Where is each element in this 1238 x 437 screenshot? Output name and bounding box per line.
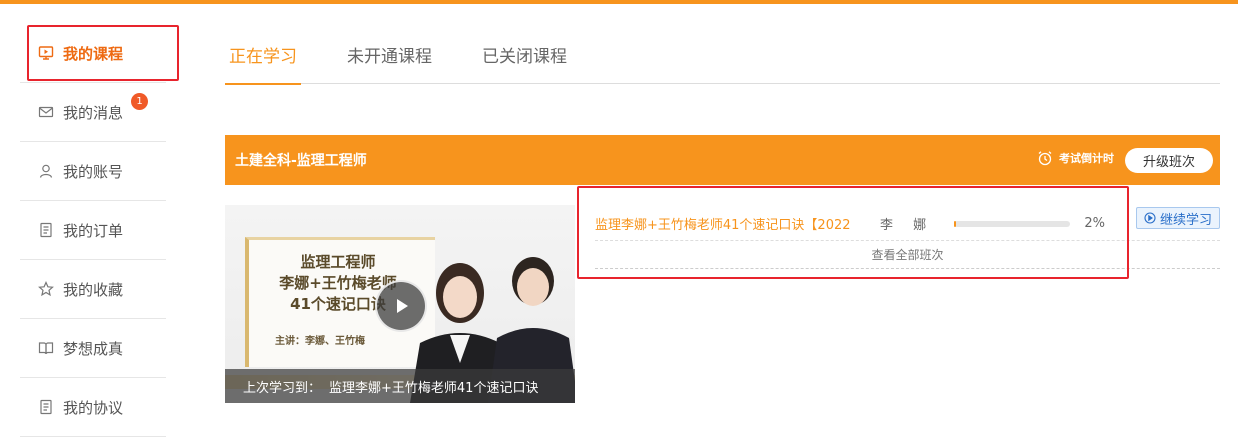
sidebar-item-my-favorites[interactable]: 我的收藏	[20, 260, 166, 319]
continue-study-button[interactable]: 继续学习	[1136, 207, 1220, 229]
lesson-title-link[interactable]: 监理李娜+王竹梅老师41个速记口诀【2022	[595, 214, 880, 233]
sidebar-item-my-account[interactable]: 我的账号	[20, 142, 166, 201]
sidebar-item-label: 我的账号	[63, 162, 124, 181]
mail-icon	[38, 104, 54, 120]
tab-learning[interactable]: 正在学习	[225, 30, 301, 85]
last-study-label: 上次学习到：	[243, 380, 322, 396]
sidebar-item-label: 梦想成真	[63, 339, 124, 358]
play-screen-icon	[38, 45, 54, 61]
sidebar-item-my-courses[interactable]: 我的课程	[20, 24, 166, 83]
progress-fill	[954, 220, 957, 227]
last-study-caption: 上次学习到： 监理李娜+王竹梅老师41个速记口诀	[225, 369, 575, 403]
continue-study-label: 继续学习	[1159, 212, 1212, 228]
course-thumbnail[interactable]: 监理工程师 李娜+王竹梅老师 41个速记口诀 主讲：李娜、王竹梅 上次学习到： …	[225, 205, 575, 403]
upgrade-class-button[interactable]: 升级班次	[1125, 148, 1213, 173]
course-header: 土建全科-监理工程师 考试倒计时 升级班次	[225, 135, 1220, 185]
exam-countdown[interactable]: 考试倒计时	[1037, 150, 1114, 166]
document-icon	[38, 399, 54, 415]
star-icon	[38, 281, 54, 297]
sidebar-item-label: 我的订单	[63, 221, 124, 240]
thumbnail-lecturer: 主讲：李娜、王竹梅	[275, 336, 365, 347]
play-circle-icon	[1144, 212, 1156, 224]
sidebar-nav: 我的课程 我的消息 1 我的账号 我的订单 我的收藏 梦想成真 我的协议	[20, 24, 179, 437]
play-button[interactable]	[375, 280, 427, 332]
unread-badge: 1	[131, 93, 148, 110]
lesson-progress-bar	[954, 220, 1070, 227]
sidebar-item-my-orders[interactable]: 我的订单	[20, 201, 166, 260]
document-icon	[38, 222, 54, 238]
sidebar-item-my-agreements[interactable]: 我的协议	[20, 378, 166, 437]
lesson-teacher: 李 娜	[880, 218, 935, 233]
top-accent-bar	[0, 0, 1238, 4]
user-icon	[38, 163, 54, 179]
tab-closed[interactable]: 已关闭课程	[478, 30, 571, 83]
sidebar-item-label: 我的协议	[63, 398, 124, 417]
sidebar-item-dream[interactable]: 梦想成真	[20, 319, 166, 378]
sidebar-item-label: 我的收藏	[63, 280, 124, 299]
tab-not-opened[interactable]: 未开通课程	[343, 30, 436, 83]
view-all-classes: 查看全部班次	[595, 243, 1220, 269]
sidebar-item-label: 我的课程	[63, 44, 124, 63]
play-icon	[397, 299, 408, 313]
view-all-classes-link[interactable]: 查看全部班次	[871, 248, 943, 262]
lesson-progress-text: 2%	[1084, 216, 1105, 231]
lesson-row: 监理李娜+王竹梅老师41个速记口诀【2022 李 娜 2% 继续学习	[595, 207, 1220, 241]
sidebar-item-my-messages[interactable]: 我的消息 1	[20, 83, 166, 142]
sidebar-item-label: 我的消息	[63, 103, 124, 122]
alarm-clock-icon	[1038, 151, 1052, 166]
countdown-label: 考试倒计时	[1059, 152, 1114, 165]
thumbnail-line-1: 监理工程师	[300, 253, 376, 271]
book-icon	[38, 340, 54, 356]
last-study-value: 监理李娜+王竹梅老师41个速记口诀	[329, 380, 539, 396]
course-tabs: 正在学习 未开通课程 已关闭课程	[225, 30, 1220, 85]
course-title: 土建全科-监理工程师	[235, 153, 367, 169]
